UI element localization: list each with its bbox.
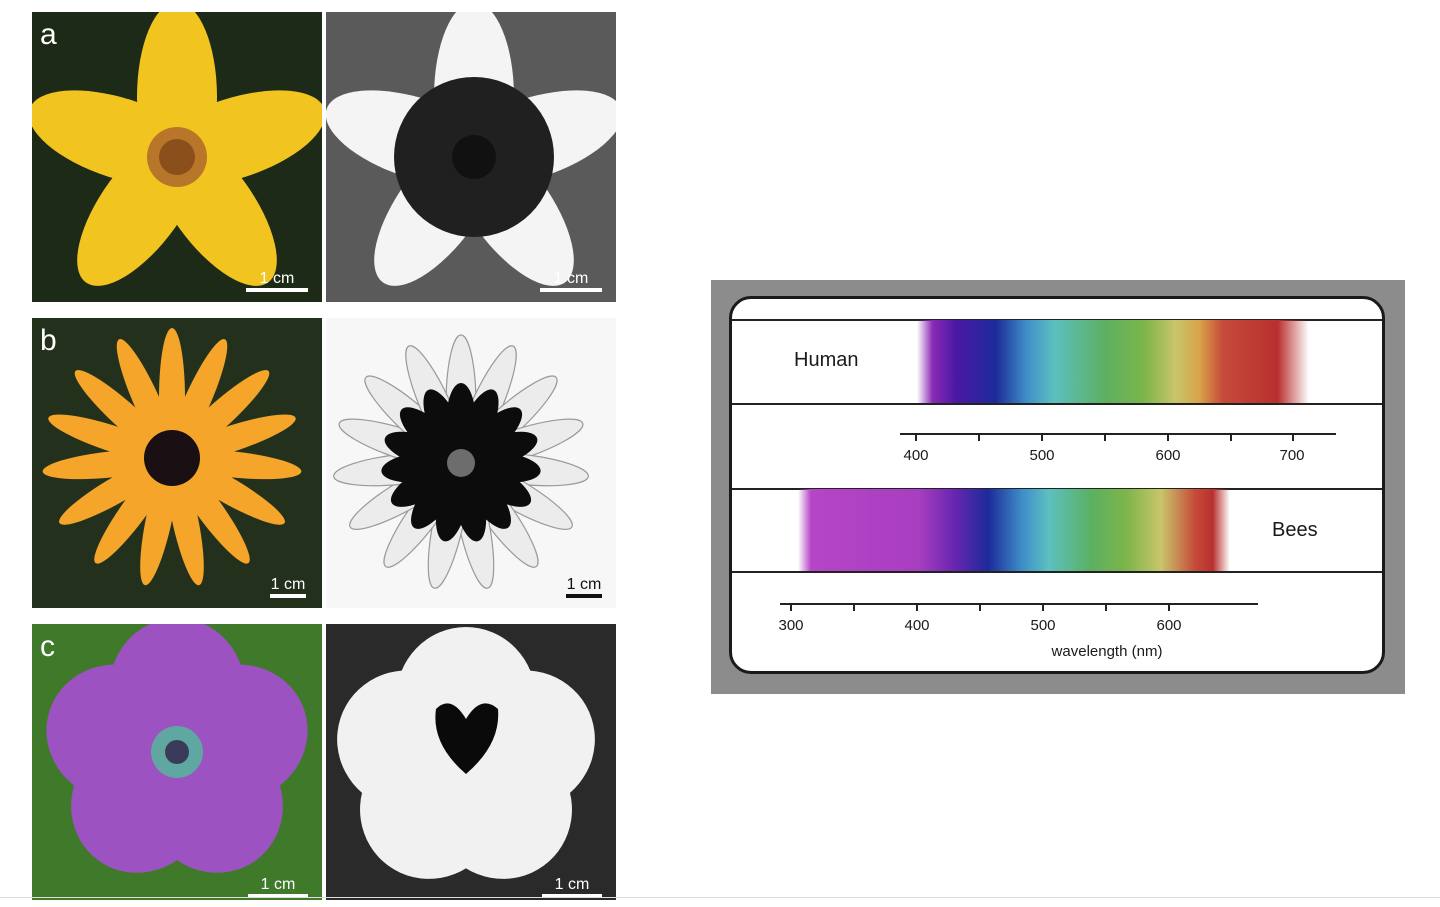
panel-letter-a: a	[40, 18, 57, 51]
tick-label: 700	[1279, 447, 1305, 464]
scale-bar-b-right: 1 cm	[566, 576, 602, 598]
tick-label: 500	[1030, 617, 1056, 634]
divider	[732, 571, 1382, 573]
human-wavelength-axis	[900, 433, 1336, 435]
scale-label: 1 cm	[566, 576, 602, 593]
axis-tick	[1105, 603, 1107, 611]
tick-label: 300	[778, 617, 804, 634]
axis-tick	[1167, 433, 1169, 441]
tick-label: 500	[1029, 447, 1055, 464]
axis-tick	[1041, 433, 1043, 441]
human-spectrum-band	[917, 320, 1309, 404]
flower-c-visible-photo: c 1 cm	[32, 624, 322, 900]
flower-b-uv-photo: 1 cm	[326, 318, 616, 608]
scale-bar-a-right: 1 cm	[540, 270, 602, 292]
bottom-divider	[0, 897, 1440, 898]
axis-tick	[1230, 433, 1232, 441]
axis-tick	[978, 433, 980, 441]
axis-tick	[1292, 433, 1294, 441]
axis-title: wavelength (nm)	[1051, 643, 1163, 660]
tick-label: 600	[1155, 447, 1181, 464]
axis-tick	[1104, 433, 1106, 441]
axis-tick	[916, 603, 918, 611]
spectrum-panel: Human 400 500 600 700 Bees 300 400 500 6…	[729, 296, 1385, 674]
human-label: Human	[794, 349, 859, 371]
tick-label: 400	[904, 617, 930, 634]
flower-b-visible-photo: b 1 cm	[32, 318, 322, 608]
scale-bar-b-left: 1 cm	[270, 576, 306, 598]
scale-label: 1 cm	[553, 270, 589, 287]
flower-c-uv-photo: 1 cm	[326, 624, 616, 900]
scale-label: 1 cm	[260, 876, 296, 893]
visible-spectrum-figure: Human 400 500 600 700 Bees 300 400 500 6…	[711, 280, 1405, 694]
axis-tick	[1168, 603, 1170, 611]
panel-letter-b: b	[40, 324, 57, 357]
axis-tick	[1042, 603, 1044, 611]
scale-label: 1 cm	[554, 876, 590, 893]
scale-label: 1 cm	[270, 576, 306, 593]
scale-bar-c-left: 1 cm	[248, 876, 308, 898]
flower-a-visible-photo: a 1 cm	[32, 12, 322, 302]
axis-tick	[853, 603, 855, 611]
divider	[732, 403, 1382, 405]
flower-a-uv-photo: 1 cm	[326, 12, 616, 302]
panel-letter-c: c	[40, 630, 55, 663]
scale-bar-a-left: 1 cm	[246, 270, 308, 292]
bees-label: Bees	[1272, 519, 1318, 541]
bee-wavelength-axis	[780, 603, 1258, 605]
bee-spectrum-band	[798, 489, 1230, 573]
scale-bar-c-right: 1 cm	[542, 876, 602, 898]
axis-tick	[979, 603, 981, 611]
axis-tick	[915, 433, 917, 441]
flower-photo-grid: a 1 cm 1 cm b 1 cm 1 cm c 1 cm 1 cm	[32, 12, 616, 900]
scale-label: 1 cm	[259, 270, 295, 287]
tick-label: 600	[1156, 617, 1182, 634]
tick-label: 400	[903, 447, 929, 464]
axis-tick	[790, 603, 792, 611]
